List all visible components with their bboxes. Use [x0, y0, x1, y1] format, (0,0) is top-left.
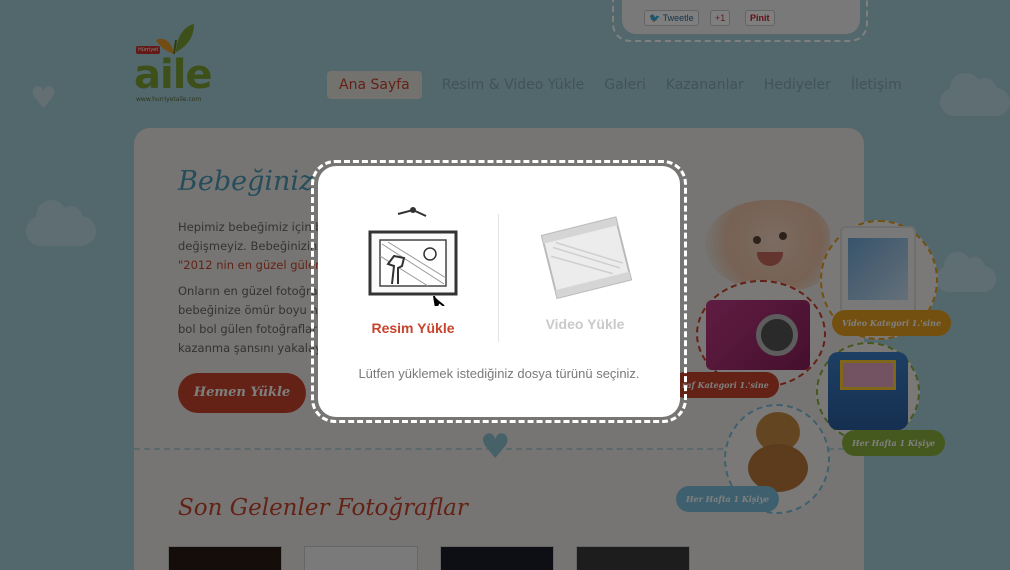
video-upload-option[interactable]: Video Yükle	[510, 206, 660, 346]
option-separator	[498, 214, 499, 342]
upload-type-dialog: Resim Yükle Video Yükle Lütfen yüklemek …	[318, 166, 680, 417]
video-upload-label: Video Yükle	[545, 316, 625, 332]
upload-type-hint: Lütfen yüklemek istediğiniz dosya türünü…	[358, 366, 640, 381]
image-upload-label: Resim Yükle	[371, 320, 455, 336]
picture-frame-icon	[368, 207, 458, 306]
image-upload-option[interactable]: Resim Yükle	[338, 206, 488, 346]
film-strip-icon	[540, 216, 633, 300]
